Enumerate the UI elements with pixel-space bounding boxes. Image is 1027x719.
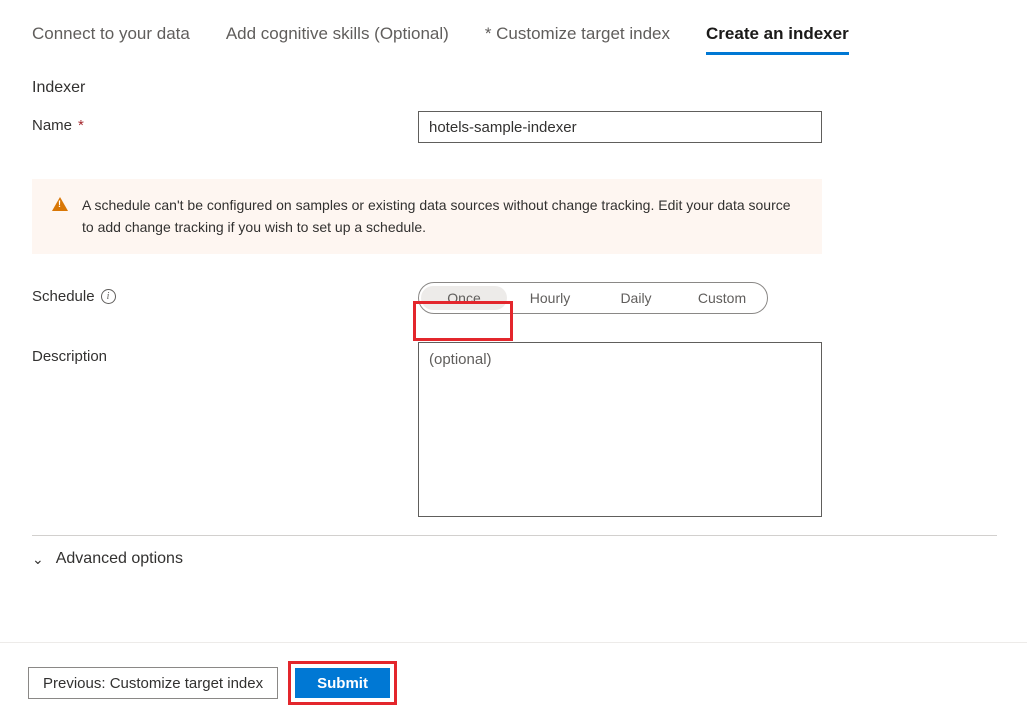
name-row: Name * — [32, 111, 995, 143]
schedule-option-custom[interactable]: Custom — [679, 286, 765, 310]
advanced-options-toggle[interactable]: ⌄ Advanced options — [32, 536, 995, 582]
tab-create-indexer[interactable]: Create an indexer — [706, 24, 849, 55]
footer: Previous: Customize target index Submit — [0, 642, 1027, 705]
info-icon[interactable]: i — [101, 289, 116, 304]
section-title: Indexer — [32, 79, 995, 97]
content-area: Indexer Name * A schedule can't be confi… — [0, 55, 1027, 582]
schedule-row: Schedule i Once Hourly Daily Custom — [32, 282, 995, 314]
schedule-option-daily[interactable]: Daily — [593, 286, 679, 310]
schedule-toggle-group: Once Hourly Daily Custom — [418, 282, 768, 314]
name-input[interactable] — [418, 111, 822, 143]
tab-cognitive-skills[interactable]: Add cognitive skills (Optional) — [226, 24, 449, 55]
description-label: Description — [32, 342, 418, 365]
description-input[interactable] — [418, 342, 822, 517]
warning-banner: A schedule can't be configured on sample… — [32, 179, 822, 254]
tab-connect-data[interactable]: Connect to your data — [32, 24, 190, 55]
warning-text: A schedule can't be configured on sample… — [82, 195, 802, 238]
schedule-label: Schedule i — [32, 282, 418, 305]
tab-customize-index[interactable]: * Customize target index — [485, 24, 670, 55]
chevron-down-icon: ⌄ — [32, 551, 44, 568]
previous-button[interactable]: Previous: Customize target index — [28, 667, 278, 699]
submit-button[interactable]: Submit — [295, 668, 390, 698]
wizard-tabs: Connect to your data Add cognitive skill… — [0, 0, 1027, 55]
required-indicator: * — [78, 117, 84, 134]
name-label: Name * — [32, 111, 418, 134]
advanced-options-label: Advanced options — [56, 550, 183, 568]
description-row: Description — [32, 342, 995, 517]
warning-icon — [52, 197, 68, 211]
schedule-option-hourly[interactable]: Hourly — [507, 286, 593, 310]
schedule-option-once[interactable]: Once — [421, 286, 507, 310]
highlight-submit: Submit — [288, 661, 397, 705]
